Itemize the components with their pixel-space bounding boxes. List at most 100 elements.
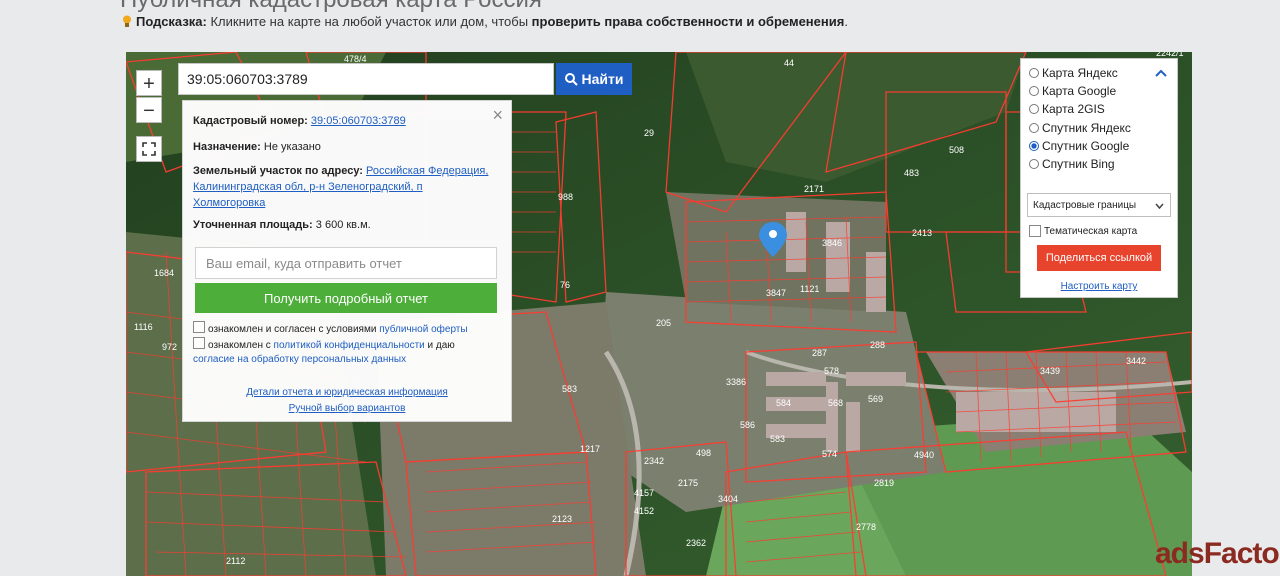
page-title: Публичная кадастровая карта Россия	[120, 0, 542, 14]
svg-text:3847: 3847	[766, 288, 786, 298]
zoom-out-button[interactable]: −	[136, 97, 162, 123]
svg-text:583: 583	[770, 434, 785, 444]
get-report-button[interactable]: Получить подробный отчет	[195, 283, 497, 313]
details-link[interactable]: Детали отчета и юридическая информация	[246, 387, 448, 398]
svg-text:586: 586	[740, 420, 755, 430]
svg-text:4940: 4940	[914, 450, 934, 460]
search-icon	[564, 72, 578, 86]
chevron-down-icon	[1155, 203, 1164, 209]
svg-text:972: 972	[162, 342, 177, 352]
consent-link[interactable]: согласие на обработку персональных данны…	[193, 354, 406, 365]
area-label: Уточненная площадь:	[193, 219, 313, 231]
svg-text:2778: 2778	[856, 522, 876, 532]
svg-text:568: 568	[828, 398, 843, 408]
svg-text:584: 584	[776, 398, 791, 408]
layer-label: Спутник Bing	[1042, 157, 1115, 171]
svg-text:76: 76	[560, 280, 570, 290]
svg-text:2123: 2123	[552, 514, 572, 524]
radio-google-map[interactable]	[1029, 86, 1039, 96]
svg-text:1217: 1217	[580, 444, 600, 454]
expand-icon	[142, 142, 156, 156]
layer-yandex-satellite[interactable]: Спутник Яндекс	[1029, 120, 1131, 136]
address-row: Земельный участок по адресу: Российская …	[193, 163, 497, 211]
purpose-label: Назначение:	[193, 141, 261, 153]
svg-text:2819: 2819	[874, 478, 894, 488]
radio-2gis-map[interactable]	[1029, 104, 1039, 114]
layer-google-satellite[interactable]: Спутник Google	[1029, 138, 1129, 154]
search-button[interactable]: Найти	[556, 63, 632, 95]
chevron-up-icon[interactable]	[1155, 69, 1167, 77]
hint-text: Кликните на карте на любой участок или д…	[206, 14, 532, 29]
svg-text:483: 483	[904, 168, 919, 178]
area-value: 3 600 кв.м.	[315, 219, 371, 231]
svg-text:1116: 1116	[134, 322, 153, 332]
radio-yandex-map[interactable]	[1029, 68, 1039, 78]
privacy-checkbox[interactable]	[193, 337, 205, 349]
svg-text:2342: 2342	[644, 456, 664, 466]
hint: Подсказка: Кликните на карте на любой уч…	[122, 14, 848, 29]
layer-label: Карта Яндекс	[1042, 66, 1118, 80]
cadastral-number-label: Кадастровый номер:	[193, 115, 308, 127]
svg-text:3386: 3386	[726, 377, 746, 387]
terms-row[interactable]: ознакомлен и согласен с условиями публич…	[193, 321, 497, 335]
svg-text:3404: 3404	[718, 494, 738, 504]
map-layers-panel: Карта Яндекс Карта Google Карта 2GIS Спу…	[1020, 58, 1178, 298]
svg-text:2171: 2171	[804, 184, 824, 194]
svg-text:2175: 2175	[678, 478, 698, 488]
fullscreen-button[interactable]	[136, 136, 162, 162]
search-button-label: Найти	[581, 71, 624, 87]
cadastral-map[interactable]: 478/4 44 2242/1 29 988 2171 508 483 2413 3846 1…	[126, 52, 1192, 576]
privacy-link[interactable]: политикой конфиденциальности	[274, 340, 425, 351]
layer-bing-satellite[interactable]: Спутник Bing	[1029, 156, 1115, 172]
overlay-select[interactable]: Кадастровые границы	[1027, 193, 1171, 217]
hint-bold: проверить права собственности и обремене…	[531, 14, 845, 29]
offer-link[interactable]: публичной оферты	[379, 324, 467, 335]
layer-label: Карта Google	[1042, 84, 1117, 98]
radio-bing-satellite[interactable]	[1029, 159, 1039, 169]
layer-label: Карта 2GIS	[1042, 102, 1105, 116]
svg-text:2413: 2413	[912, 228, 932, 238]
privacy-text: ознакомлен с	[208, 340, 271, 351]
radio-yandex-satellite[interactable]	[1029, 123, 1039, 133]
zoom-in-button[interactable]: +	[136, 70, 162, 96]
svg-text:4152: 4152	[634, 506, 654, 516]
manual-select-link[interactable]: Ручной выбор вариантов	[289, 403, 406, 414]
hint-end: .	[844, 14, 848, 29]
overlay-select-value: Кадастровые границы	[1033, 199, 1137, 211]
purpose-value: Не указано	[263, 141, 321, 153]
svg-text:1684: 1684	[154, 268, 174, 278]
svg-text:578: 578	[824, 366, 839, 376]
address-label: Земельный участок по адресу:	[193, 165, 363, 177]
map-settings-link[interactable]: Настроить карту	[1061, 281, 1138, 292]
svg-text:205: 205	[656, 318, 671, 328]
svg-text:29: 29	[644, 128, 654, 138]
svg-text:2362: 2362	[686, 538, 706, 548]
hint-label: Подсказка:	[136, 14, 207, 29]
cadastral-number-row: Кадастровый номер: 39:05:060703:3789	[193, 115, 497, 127]
share-link-button[interactable]: Поделиться ссылкой	[1037, 245, 1161, 271]
thematic-map-label: Тематическая карта	[1044, 225, 1138, 237]
layer-yandex-map[interactable]: Карта Яндекс	[1029, 65, 1118, 81]
svg-text:508: 508	[949, 145, 964, 155]
layer-google-map[interactable]: Карта Google	[1029, 83, 1116, 99]
layer-2gis-map[interactable]: Карта 2GIS	[1029, 101, 1105, 117]
svg-text:3442: 3442	[1126, 356, 1146, 366]
lightbulb-icon	[123, 15, 131, 27]
svg-text:3439: 3439	[1040, 366, 1060, 376]
cadastral-number-link[interactable]: 39:05:060703:3789	[311, 115, 406, 127]
radio-google-satellite[interactable]	[1029, 141, 1039, 151]
terms-checkbox[interactable]	[193, 321, 205, 333]
email-field[interactable]	[195, 247, 497, 279]
svg-text:288: 288	[870, 340, 885, 350]
thematic-map-row[interactable]: Тематическая карта	[1029, 223, 1137, 239]
svg-text:287: 287	[812, 348, 827, 358]
privacy-row[interactable]: ознакомлен с политикой конфиденциальност…	[193, 337, 497, 367]
thematic-map-checkbox[interactable]	[1029, 225, 1041, 237]
svg-text:569: 569	[868, 394, 883, 404]
svg-text:583: 583	[562, 384, 577, 394]
privacy-and: и даю	[427, 340, 455, 351]
purpose-row: Назначение: Не указано	[193, 141, 497, 153]
cadastral-search-input[interactable]	[178, 63, 554, 95]
terms-text: ознакомлен и согласен с условиями	[208, 324, 377, 335]
svg-text:1121: 1121	[800, 284, 819, 294]
